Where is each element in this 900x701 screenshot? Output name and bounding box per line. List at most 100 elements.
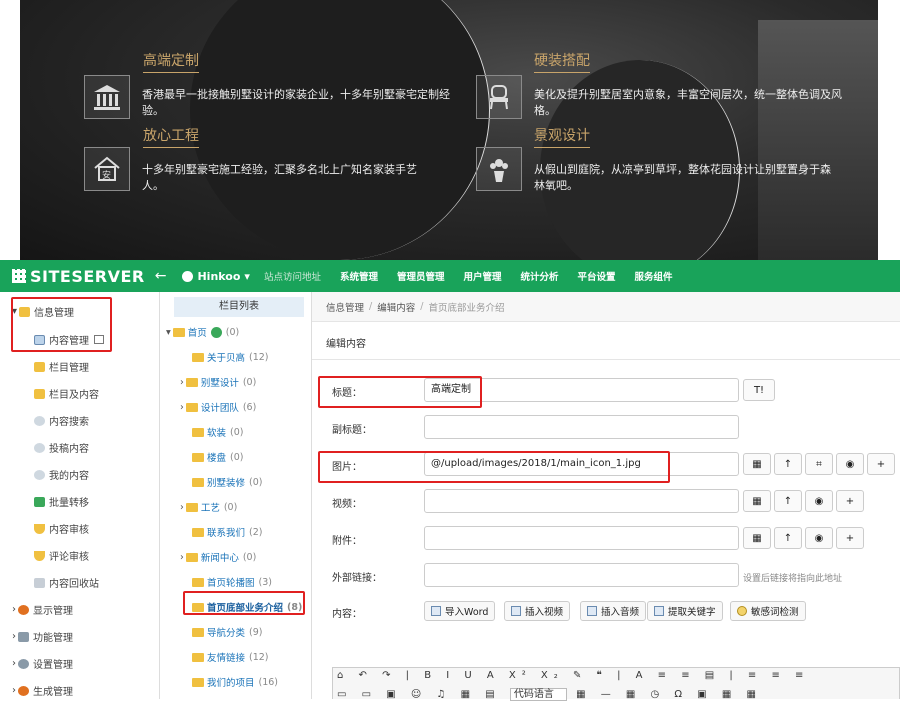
logo[interactable]: SITESERVER [0,267,145,286]
rich-text-editor[interactable]: ⌂ ↶ ↷ | B I U A X² X₂ ✎ ❝ | A ≡ ≡ ▤ | ≡ … [332,667,900,701]
folder-icon [34,388,45,399]
add-image-button[interactable]: + [867,453,895,475]
tree-item-selected[interactable]: 首页底部业务介绍 (8) [192,600,302,614]
nav-system[interactable]: 系统管理 [340,269,378,283]
extract-keywords-button[interactable]: 提取关键字 [647,601,723,621]
menu-recycle[interactable]: 内容回收站 [34,575,99,590]
tree-item[interactable]: 楼盘 (0) [192,450,243,464]
add-video-button[interactable]: + [836,490,864,512]
tree-count: (0) [223,501,238,513]
sensitive-words-button[interactable]: 敏感词检测 [730,601,806,621]
folder-icon [172,327,185,337]
tree-label: 设计团队 [200,403,239,414]
nav-stats[interactable]: 统计分析 [521,269,559,283]
menu-label: 内容回收站 [49,579,99,590]
menu-channel-content[interactable]: 栏目及内容 [34,386,99,401]
menu-display[interactable]: › 显示管理 [12,602,73,617]
link-input[interactable] [424,563,739,587]
eye-icon: ◉ [814,532,824,544]
image-input[interactable]: @/upload/images/2018/1/main_icon_1.jpg [424,452,739,476]
globe-icon [182,270,194,282]
tree-item[interactable]: 首页轮播图 (3) [192,575,272,589]
tree-item[interactable]: 软装 (0) [192,425,243,439]
video-input[interactable] [424,489,739,513]
folder-icon [192,602,204,612]
menu-my-content[interactable]: 我的内容 [34,467,89,482]
tree-item[interactable]: 友情链接 (12) [192,650,269,664]
menu-batch-move[interactable]: 批量转移 [34,494,89,509]
grid-select-button[interactable]: ▦ [743,527,771,549]
tree-item[interactable]: 关于贝高 (12) [192,350,269,364]
button-label: 插入视频 [525,607,564,618]
tree-item[interactable]: › 别墅设计 (0) [180,375,256,390]
title-input[interactable]: 高端定制 [424,378,739,402]
nav-platform[interactable]: 平台设置 [578,269,616,283]
menu-channel[interactable]: 栏目管理 [34,359,89,374]
tree-count: (0) [225,326,240,338]
nav-admins[interactable]: 管理员管理 [397,269,445,283]
site-selector[interactable]: Hinkoo ▾ [182,270,250,283]
nav-users[interactable]: 用户管理 [464,269,502,283]
tree-item[interactable]: 导航分类 (9) [192,625,262,639]
upload-button[interactable]: ↑ [774,490,802,512]
grid-select-button[interactable]: ▦ [743,490,771,512]
title-style-button[interactable]: T! [743,379,775,401]
folder-icon [185,377,198,387]
tree-item-home[interactable]: ▾ 首页 (0) [166,325,239,339]
preview-button[interactable]: ◉ [836,453,864,475]
menu-search[interactable]: 内容搜索 [34,413,89,428]
editor-toolbar-row-1: ⌂ ↶ ↷ | B I U A X² X₂ ✎ ❝ | A ≡ ≡ ▤ | ≡ … [337,670,810,681]
folder-icon [192,677,204,687]
preview-button[interactable]: ◉ [805,527,833,549]
menu-settings[interactable]: › 设置管理 [12,656,73,671]
breadcrumb-item[interactable]: 编辑内容 [377,300,415,314]
menu-content-review[interactable]: 内容审核 [34,521,89,536]
tree-item[interactable]: › 新闻中心 (0) [180,550,256,565]
menu-functions[interactable]: › 功能管理 [12,629,73,644]
tree-item[interactable]: 别墅装修 (0) [192,475,262,489]
transfer-icon [34,496,45,507]
crop-button[interactable]: ⌗ [805,453,833,475]
breadcrumb-item[interactable]: 信息管理 [326,300,364,314]
import-word-button[interactable]: 导入Word [424,601,496,621]
code-language-select[interactable]: 代码语言 [509,688,567,701]
upload-button[interactable]: ↑ [774,453,802,475]
menu-comment-review[interactable]: 评论审核 [34,548,89,563]
tree-count: (6) [242,401,257,413]
tag-icon [654,606,664,616]
menu-submissions[interactable]: 投稿内容 [34,440,89,455]
grid-select-button[interactable]: ▦ [743,453,771,475]
add-attachment-button[interactable]: + [836,527,864,549]
tree-item[interactable]: › 工艺 (0) [180,500,238,515]
tree-label: 导航分类 [207,628,246,639]
tree-item[interactable]: 我们的项目 (16) [192,675,278,689]
preview-button[interactable]: ◉ [805,490,833,512]
folder-icon [19,306,31,317]
breadcrumb-item: 首页底部业务介绍 [428,302,505,314]
folder-icon [192,452,204,462]
upload-button[interactable]: ↑ [774,527,802,549]
button-label: 插入音频 [601,607,640,618]
menu-info[interactable]: ▾ 信息管理 [12,304,74,319]
folder-icon [192,627,204,637]
menu-content-manage[interactable]: 内容管理 [34,332,104,347]
tree-item[interactable]: 联系我们 (2) [192,525,262,539]
tree-count: (0) [230,426,244,438]
insert-video-button[interactable]: 插入视频 [504,601,571,621]
nav-services[interactable]: 服务组件 [635,269,673,283]
attachment-input[interactable] [424,526,739,550]
folder-icon [192,577,204,587]
menu-label: 信息管理 [34,308,75,319]
menu-generate[interactable]: › 生成管理 [12,683,73,698]
subtitle-label: 副标题： [332,425,372,436]
insert-audio-button[interactable]: 插入音频 [580,601,647,621]
nav-site-url[interactable]: 站点访问地址 [264,269,321,283]
back-arrow-icon[interactable]: ← [155,268,167,284]
feature-title: 硬装搭配 [534,50,590,73]
feature-banner: 高端定制 香港最早一批接触别墅设计的家装企业，十多年别墅豪宅定制经验。 硬装搭配… [20,0,878,260]
edit-content-main: 信息管理 / 编辑内容 / 首页底部业务介绍 编辑内容 标题： 高端定制 T! 副标… [312,292,900,701]
tree-item[interactable]: › 设计团队 (6) [180,400,257,415]
folder-icon [192,427,204,437]
popout-icon[interactable] [94,335,104,344]
subtitle-input[interactable] [424,415,739,439]
